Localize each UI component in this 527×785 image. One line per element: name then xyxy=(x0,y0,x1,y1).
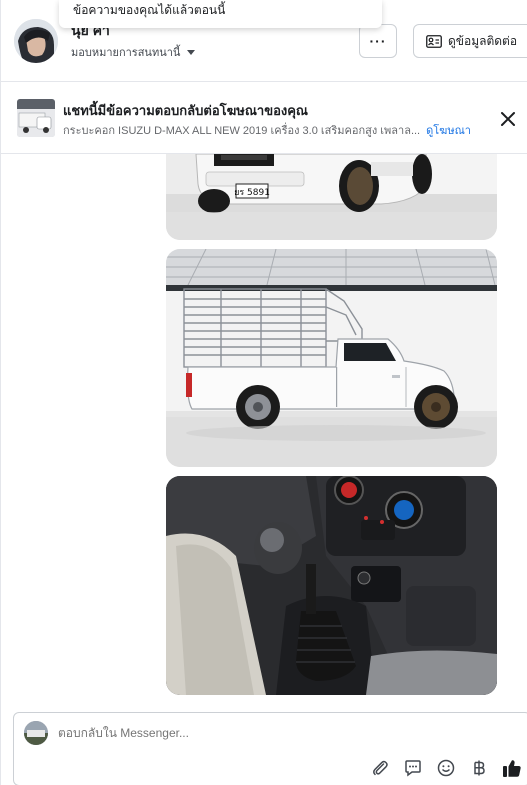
view-contact-button[interactable]: ดูข้อมูลติดต่อ xyxy=(413,24,527,58)
ad-banner-title: แชทนี้มีข้อความตอบกลับต่อโฆษณาของคุณ xyxy=(63,103,308,118)
assign-label: มอบหมายการสนทนานี้ xyxy=(71,47,181,59)
chevron-down-icon xyxy=(187,49,196,55)
ad-thumbnail[interactable] xyxy=(17,99,55,137)
paperclip-icon[interactable] xyxy=(369,757,390,778)
ad-banner-subtitle: กระบะคอก ISUZU D-MAX ALL NEW 2019 เครื่อ… xyxy=(63,121,471,139)
view-ad-link[interactable]: ดูโฆษณา xyxy=(426,125,471,137)
message-photo-interior[interactable] xyxy=(166,476,497,695)
baht-icon[interactable] xyxy=(468,757,489,778)
composer-toolbar xyxy=(369,757,522,778)
view-contact-label: ดูข้อมูลติดต่อ xyxy=(448,33,518,48)
message-composer xyxy=(13,712,527,785)
assign-conversation[interactable]: มอบหมายการสนทนานี้ xyxy=(71,43,196,61)
license-plate: ยร 5891 xyxy=(234,188,270,198)
ad-reply-banner: แชทนี้มีข้อความตอบกลับต่อโฆษณาของคุณ กระ… xyxy=(1,83,527,154)
chat-bubble-icon[interactable] xyxy=(402,757,423,778)
avatar[interactable] xyxy=(14,19,58,63)
thumbs-up-icon[interactable] xyxy=(501,757,522,778)
page-avatar xyxy=(24,721,48,745)
id-card-icon xyxy=(426,34,442,48)
toast-text: ข้อความของคุณได้แล้วตอนนี้ xyxy=(73,3,226,17)
message-photo-truck-side[interactable] xyxy=(166,249,497,467)
conversation-panel: นุ่ย ค่ำ มอบหมายการสนทนานี้ ··· ดูข้อมูล… xyxy=(0,0,527,785)
more-options-button[interactable]: ··· xyxy=(359,24,397,58)
smiley-icon[interactable] xyxy=(435,757,456,778)
close-icon[interactable] xyxy=(499,110,517,128)
conversation-header: นุ่ย ค่ำ มอบหมายการสนทนานี้ ··· ดูข้อมูล… xyxy=(1,0,527,82)
notification-toast: ข้อความของคุณได้แล้วตอนนี้ xyxy=(59,0,382,28)
reply-input[interactable] xyxy=(58,726,498,740)
message-photo-truck-front[interactable]: ยร 5891 xyxy=(166,154,497,240)
more-icon: ··· xyxy=(369,33,387,49)
ad-description: กระบะคอก ISUZU D-MAX ALL NEW 2019 เครื่อ… xyxy=(63,125,421,137)
